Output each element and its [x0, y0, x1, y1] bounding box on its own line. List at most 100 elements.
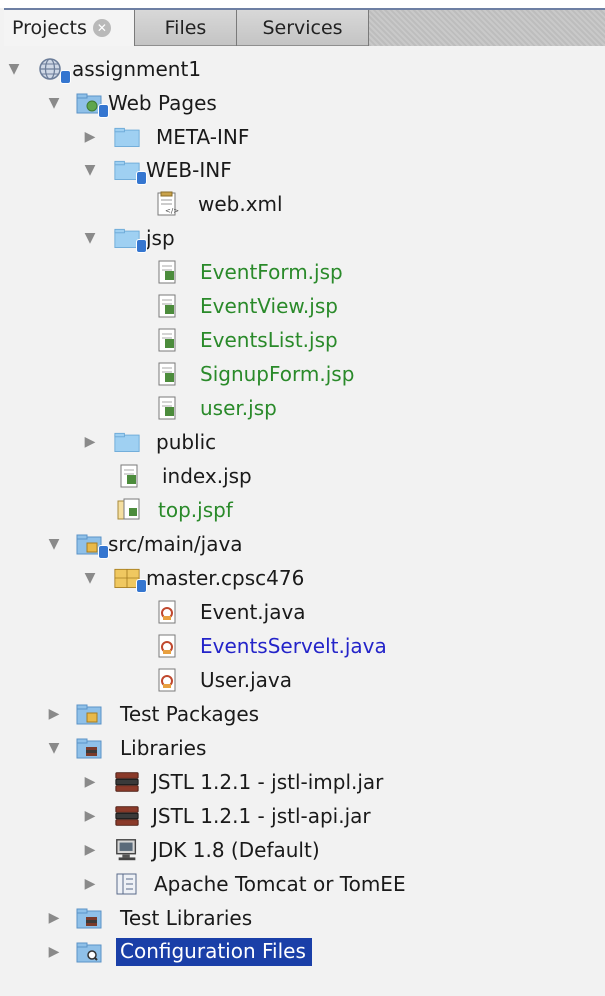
tree-node-tomcat[interactable]: ▶ Apache Tomcat or TomEE [80, 868, 406, 900]
jar-library-icon [114, 769, 140, 795]
tab-bar-filler [369, 10, 605, 46]
tree-node-label: Web Pages [108, 91, 217, 115]
tree-node-label: EventForm.jsp [200, 260, 343, 284]
expand-arrow-icon[interactable]: ▶ [44, 902, 64, 934]
tree-node-label: WEB-INF [146, 158, 232, 182]
tree-node-eventslist-jsp[interactable]: EventsList.jsp [154, 324, 338, 356]
tree-node-label: JSTL 1.2.1 - jstl-api.jar [152, 804, 371, 828]
tree-node-test-packages[interactable]: ▶ Test Packages [44, 698, 259, 730]
web-pages-folder-icon [76, 90, 109, 118]
tree-node-eventform-jsp[interactable]: EventForm.jsp [154, 256, 343, 288]
tree-node-signupform-jsp[interactable]: SignupForm.jsp [154, 358, 354, 390]
tree-node-meta-inf[interactable]: ▶ META-INF [80, 121, 250, 153]
tree-node-label: User.java [200, 668, 293, 692]
tree-node-label: user.jsp [200, 396, 277, 420]
tree-node-label: EventsServelt.java [200, 634, 387, 658]
jsp-file-icon [154, 395, 180, 421]
expand-arrow-icon[interactable]: ▶ [80, 121, 100, 153]
expand-arrow-icon[interactable]: ▶ [80, 800, 100, 832]
folder-icon [114, 225, 147, 253]
java-file-icon [154, 667, 180, 693]
tree-node-label: jsp [146, 226, 175, 250]
tab-bar: Projects ✕ Files Services [4, 8, 605, 46]
tree-node-project[interactable]: ▼ assignment1 [4, 53, 201, 85]
tree-node-label: JDK 1.8 (Default) [152, 838, 320, 862]
tree-node-jstl-api[interactable]: ▶ JSTL 1.2.1 - jstl-api.jar [80, 800, 371, 832]
tree-node-package[interactable]: ▼ master.cpsc476 [80, 562, 304, 594]
tree-node-label: top.jspf [158, 498, 233, 522]
package-icon [114, 565, 147, 593]
folder-icon [114, 429, 140, 455]
tree-node-web-xml[interactable]: </> web.xml [154, 188, 283, 220]
tab-files[interactable]: Files [135, 10, 237, 46]
tree-node-jdk[interactable]: ▶ JDK 1.8 (Default) [80, 834, 320, 866]
tab-files-label: Files [164, 17, 207, 39]
expand-arrow-icon[interactable]: ▶ [80, 868, 100, 900]
tree-node-user-java[interactable]: User.java [154, 664, 292, 696]
expand-arrow-icon[interactable]: ▶ [44, 698, 64, 730]
web-project-icon [38, 56, 71, 84]
tree-node-label: src/main/java [108, 532, 243, 556]
expand-arrow-icon[interactable]: ▼ [44, 732, 64, 764]
expand-arrow-icon[interactable]: ▶ [80, 834, 100, 866]
tree-node-label: assignment1 [72, 57, 202, 81]
tree-node-source-packages[interactable]: ▼ src/main/java [44, 528, 243, 560]
tree-node-test-libraries[interactable]: ▶ Test Libraries [44, 902, 253, 934]
tree-node-label: SignupForm.jsp [200, 362, 355, 386]
tree-node-label: web.xml [198, 192, 283, 216]
libraries-folder-icon [76, 905, 102, 931]
expand-arrow-icon[interactable]: ▶ [80, 766, 100, 798]
tree-node-eventview-jsp[interactable]: EventView.jsp [154, 290, 338, 322]
jspf-file-icon [116, 497, 142, 523]
tree-node-label: index.jsp [162, 464, 252, 488]
tree-node-label: Test Libraries [120, 906, 253, 930]
tree-node-libraries[interactable]: ▼ Libraries [44, 732, 207, 764]
folder-icon [114, 124, 140, 150]
tree-node-label: Event.java [200, 600, 306, 624]
java-file-icon [154, 599, 180, 625]
tab-services-label: Services [262, 17, 343, 39]
expand-arrow-icon[interactable]: ▼ [80, 154, 100, 186]
tree-node-eventsservelt-java[interactable]: EventsServelt.java [154, 630, 387, 662]
tree-node-jstl-impl[interactable]: ▶ JSTL 1.2.1 - jstl-impl.jar [80, 766, 384, 798]
expand-arrow-icon[interactable]: ▼ [80, 562, 100, 594]
jsp-file-icon [154, 259, 180, 285]
folder-icon [114, 157, 147, 185]
tree-node-jsp[interactable]: ▼ jsp [80, 222, 175, 254]
tree-node-label: master.cpsc476 [146, 566, 305, 590]
close-icon[interactable]: ✕ [92, 19, 111, 37]
expand-arrow-icon[interactable]: ▶ [80, 426, 100, 458]
jsp-file-icon [154, 293, 180, 319]
tree-node-label: JSTL 1.2.1 - jstl-impl.jar [152, 770, 384, 794]
java-file-icon [154, 633, 180, 659]
jsp-file-icon [154, 327, 180, 353]
tree-node-index-jsp[interactable]: index.jsp [116, 460, 252, 492]
tree-node-label: Test Packages [120, 702, 260, 726]
jsp-file-icon [154, 361, 180, 387]
tree-node-label: EventsList.jsp [200, 328, 338, 352]
tree-node-event-java[interactable]: Event.java [154, 596, 306, 628]
tree-node-top-jspf[interactable]: top.jspf [116, 494, 233, 526]
jsp-file-icon [116, 463, 142, 489]
tree-node-public[interactable]: ▶ public [80, 426, 217, 458]
tree-node-label: Libraries [120, 736, 207, 760]
config-folder-icon [76, 939, 102, 965]
tree-node-label: Apache Tomcat or TomEE [154, 872, 406, 896]
expand-arrow-icon[interactable]: ▼ [44, 87, 64, 119]
expand-arrow-icon[interactable]: ▶ [44, 936, 64, 968]
tab-projects[interactable]: Projects ✕ [4, 10, 135, 46]
xml-file-icon: </> [154, 191, 180, 217]
expand-arrow-icon[interactable]: ▼ [4, 53, 24, 85]
tree-node-label: EventView.jsp [200, 294, 338, 318]
tree-node-label: META-INF [156, 125, 250, 149]
tree-node-configuration-files[interactable]: ▶ Configuration Files [44, 936, 312, 968]
tree-node-web-inf[interactable]: ▼ WEB-INF [80, 154, 232, 186]
expand-arrow-icon[interactable]: ▼ [44, 528, 64, 560]
tree-node-label: public [156, 430, 217, 454]
tab-services[interactable]: Services [237, 10, 369, 46]
tree-node-web-pages[interactable]: ▼ Web Pages [44, 87, 217, 119]
libraries-folder-icon [76, 735, 102, 761]
tree-node-user-jsp[interactable]: user.jsp [154, 392, 277, 424]
jar-library-icon [114, 803, 140, 829]
expand-arrow-icon[interactable]: ▼ [80, 222, 100, 254]
